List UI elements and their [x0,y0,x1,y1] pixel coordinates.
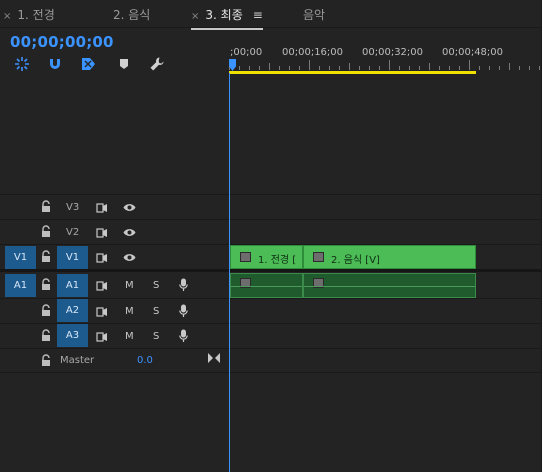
eye-icon[interactable] [123,203,136,212]
time-ruler[interactable]: ;00;00 00;00;16;00 00;00;32;00 00;00;48;… [229,40,542,74]
microphone-icon[interactable] [179,304,188,318]
fx-badge-icon [313,252,324,262]
sync-lock-icon[interactable] [96,281,108,291]
track-target-a1[interactable]: A1 [57,274,88,297]
track-header-a3[interactable]: A3 M S [0,324,229,349]
source-patch-v1[interactable]: V1 [5,246,36,269]
ruler-label: 00;00;32;00 [362,47,424,58]
track-header-a1[interactable]: A1 A1 M S [0,273,229,298]
ruler-ticks [229,60,540,70]
lock-icon[interactable] [41,354,51,367]
microphone-icon[interactable] [179,329,188,343]
track-header-v1[interactable]: V1 V1 [0,245,229,270]
lock-icon[interactable] [41,278,51,291]
sync-lock-icon[interactable] [96,228,108,238]
tab-label: 2. 음식 [113,8,151,22]
tab-music[interactable]: 음악 [303,6,325,24]
mute-button[interactable]: M [125,280,134,291]
solo-button[interactable]: S [153,331,159,342]
clip-label: 2. 음식 [V] [331,255,380,266]
linked-selection-icon[interactable] [80,56,98,72]
mute-button[interactable]: M [125,306,134,317]
tab-label: 1. 전경 [17,8,55,22]
track-header-v2[interactable]: V2 [0,220,229,245]
audio-clip-2[interactable] [303,273,476,298]
tab-1-jeongyeong[interactable]: × 1. 전경 [3,6,55,24]
ruler-label: ;00;00 [230,47,263,58]
add-marker-icon[interactable] [115,56,133,72]
sequence-tab-bar: × 1. 전경 2. 음식 × 3. 최종 ≡ 음악 [0,0,542,30]
playhead-line[interactable] [229,73,230,472]
track-header-v3[interactable]: V3 [0,195,229,220]
snap-magnet-icon[interactable] [46,56,64,72]
lock-icon[interactable] [41,200,51,213]
lock-icon[interactable] [41,225,51,238]
tab-3-choejong[interactable]: × 3. 최종 ≡ [191,6,263,30]
timeline-panel: × 1. 전경 2. 음식 × 3. 최종 ≡ 음악 00;00;00;00 ;00;… [0,0,542,472]
sync-lock-icon[interactable] [96,332,108,342]
audio-volume-line [304,286,475,287]
eye-icon[interactable] [123,253,136,262]
microphone-icon[interactable] [179,278,188,292]
lock-icon[interactable] [41,250,51,263]
audio-clip-1[interactable] [230,273,303,298]
audio-volume-line [231,286,302,287]
sync-lock-icon[interactable] [96,253,108,263]
track-name: V2 [66,227,80,238]
sync-lock-icon[interactable] [96,307,108,317]
track-target-a3[interactable]: A3 [57,324,88,347]
video-clip-2[interactable]: 2. 음식 [V] [303,245,476,269]
source-patch-a1[interactable]: A1 [5,274,36,297]
ruler-label: 00;00;16;00 [282,47,344,58]
solo-button[interactable]: S [153,306,159,317]
go-to-next-keyframe-icon[interactable] [208,353,220,363]
tab-label: 3. 최종 [205,8,243,22]
master-label: Master [60,355,95,366]
track-target-v1[interactable]: V1 [57,246,88,269]
tab-2-eumsik[interactable]: 2. 음식 [113,6,150,24]
fx-badge-icon [240,252,251,262]
nest-sequence-icon[interactable] [13,56,31,72]
track-header-a2[interactable]: A2 M S [0,299,229,324]
close-icon[interactable]: × [191,11,199,22]
clip-label: 1. 전경 [ [258,255,297,266]
video-clip-1[interactable]: 1. 전경 [ [230,245,303,269]
eye-icon[interactable] [123,228,136,237]
track-target-a2[interactable]: A2 [57,299,88,322]
wrench-settings-icon[interactable] [148,56,166,72]
master-volume-value[interactable]: 0.0 [137,355,153,366]
panel-menu-icon[interactable]: ≡ [253,8,263,22]
lock-icon[interactable] [41,329,51,342]
track-header-master[interactable]: Master 0.0 [0,349,229,374]
playhead-timecode[interactable]: 00;00;00;00 [10,33,114,51]
lock-icon[interactable] [41,304,51,317]
close-icon[interactable]: × [3,11,11,22]
tab-label: 음악 [303,8,326,22]
sync-lock-icon[interactable] [96,203,108,213]
ruler-label: 00;00;48;00 [442,47,504,58]
mute-button[interactable]: M [125,331,134,342]
track-name: V3 [66,202,80,213]
solo-button[interactable]: S [153,280,159,291]
